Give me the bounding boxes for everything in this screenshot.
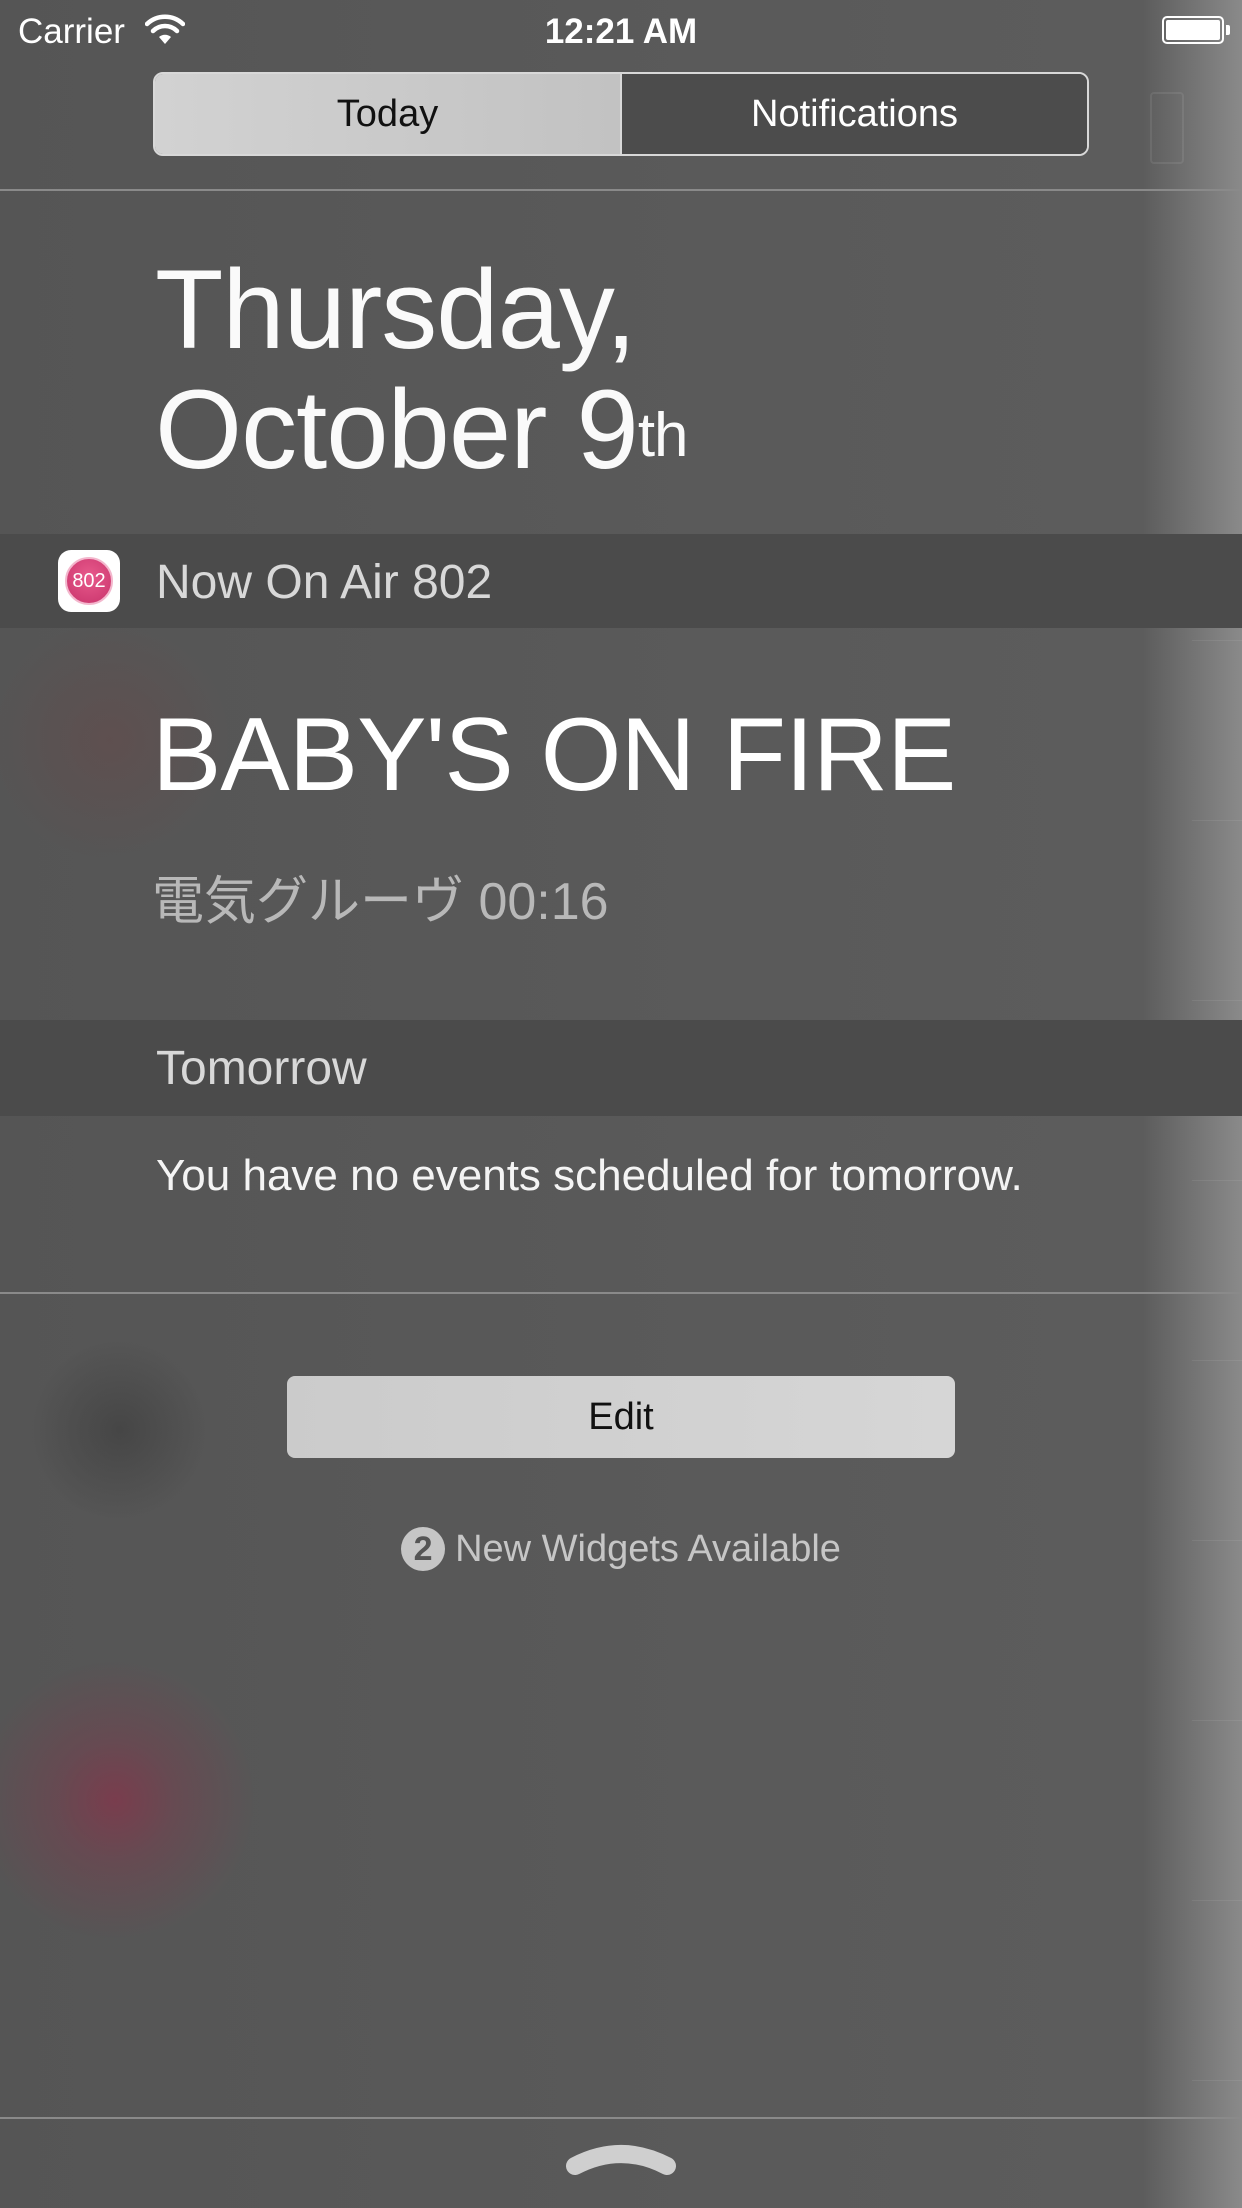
edit-button[interactable]: Edit	[287, 1376, 955, 1458]
song-artist-time: 電気グルーヴ 00:16	[152, 873, 609, 931]
date-month-day: October 9th	[155, 367, 689, 492]
song-title[interactable]: BABY'S ON FIRE	[152, 700, 956, 810]
divider	[0, 189, 1242, 191]
status-time: 12:21 AM	[544, 12, 698, 51]
faded-icon	[1150, 92, 1184, 164]
new-widgets-link[interactable]: 2 New Widgets Available	[0, 1527, 1242, 1571]
tab-today[interactable]: Today	[155, 74, 620, 154]
app-icon-logo: 802	[65, 557, 113, 605]
tab-notifications[interactable]: Notifications	[620, 74, 1087, 154]
no-events-message: You have no events scheduled for tomorro…	[156, 1151, 1023, 1200]
date-month-day-text: October 9	[155, 367, 639, 492]
divider	[0, 1292, 1242, 1294]
new-widgets-label: New Widgets Available	[455, 1527, 841, 1570]
tomorrow-header-label: Tomorrow	[156, 1042, 367, 1095]
grabber-handle-icon[interactable]	[565, 2140, 677, 2176]
widget-title: Now On Air 802	[156, 556, 493, 609]
date-weekday: Thursday,	[155, 247, 637, 372]
battery-icon	[1162, 16, 1230, 44]
date-ordinal-suffix: th	[637, 401, 689, 470]
new-widgets-count-badge: 2	[401, 1527, 446, 1571]
divider	[0, 2117, 1242, 2119]
today-notifications-switcher: Today Notifications	[153, 72, 1089, 156]
now-on-air-app-icon[interactable]: 802	[58, 550, 120, 612]
